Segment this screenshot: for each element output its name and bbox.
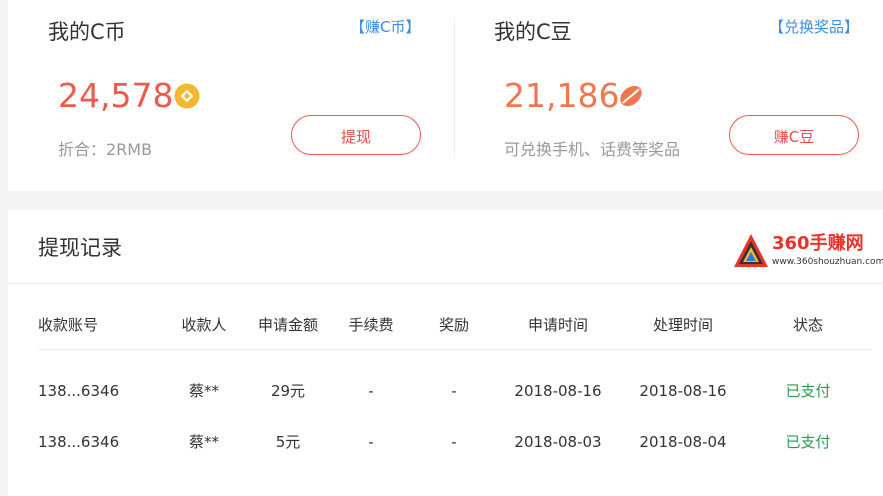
row-reward: - xyxy=(451,433,457,451)
site-logo: 360手赚网 www.360shouzhuan.com xyxy=(732,230,883,276)
column-header-payee: 收款人 xyxy=(181,316,227,334)
logo-text: 360手赚网 xyxy=(772,233,864,254)
row-payee: 蔡** xyxy=(188,382,220,400)
row-process-time: 2018-08-16 xyxy=(639,382,727,400)
row-status: 已支付 xyxy=(785,382,831,400)
row-fee: - xyxy=(368,382,374,400)
column-header-fee: 手续费 xyxy=(348,316,394,334)
column-header-amount: 申请金额 xyxy=(257,316,319,334)
row-reward: - xyxy=(451,382,457,400)
c-bean-title: 我的C豆 xyxy=(494,20,572,44)
c-bean-description: 可兑换手机、话费等奖品 xyxy=(504,140,681,159)
withdraw-button[interactable]: 提现 xyxy=(291,115,421,155)
c-coin-title: 我的C币 xyxy=(48,20,126,44)
logo-url-text: www.360shouzhuan.com xyxy=(772,257,883,267)
records-title: 提现记录 xyxy=(38,236,122,260)
column-header-reward: 奖励 xyxy=(438,316,470,334)
row-account: 138...6346 xyxy=(38,433,120,451)
row-apply-time: 2018-08-16 xyxy=(514,382,602,400)
row-account: 138...6346 xyxy=(38,382,120,400)
column-header-apply-time: 申请时间 xyxy=(527,316,589,334)
earn-c-coin-link[interactable]: 【赚C币】 xyxy=(350,16,420,38)
coin-icon xyxy=(174,83,200,109)
coffee-bean-icon xyxy=(620,85,642,107)
withdraw-records-card: 提现记录 360手赚网 www.360shouzhuan.com 收款账号 收款… xyxy=(8,210,883,496)
c-coin-panel: 我的C币 【赚C币】 24,578 折合：2RMB 提现 xyxy=(8,0,455,191)
wallet-summary-card: 我的C币 【赚C币】 24,578 折合：2RMB 提现 我的C豆 【兑换奖品】… xyxy=(8,0,883,191)
title-divider xyxy=(8,283,883,284)
column-header-status: 状态 xyxy=(792,316,824,334)
c-coin-equivalent: 折合：2RMB xyxy=(58,140,153,159)
row-apply-time: 2018-08-03 xyxy=(514,433,602,451)
row-process-time: 2018-08-04 xyxy=(639,433,727,451)
c-coin-amount: 24,578 xyxy=(58,76,174,115)
row-fee: - xyxy=(368,433,374,451)
row-payee: 蔡** xyxy=(188,433,220,451)
header-divider xyxy=(38,349,872,350)
row-amount: 5元 xyxy=(275,433,301,451)
row-status: 已支付 xyxy=(785,433,831,451)
redeem-prizes-link[interactable]: 【兑换奖品】 xyxy=(769,16,859,38)
c-bean-amount: 21,186 xyxy=(504,76,620,115)
column-header-process-time: 处理时间 xyxy=(652,316,714,334)
c-bean-panel: 我的C豆 【兑换奖品】 21,186 可兑换手机、话费等奖品 赚C豆 xyxy=(455,0,883,191)
column-header-account: 收款账号 xyxy=(38,316,99,334)
earn-c-bean-button[interactable]: 赚C豆 xyxy=(729,115,859,155)
triangle-logo-icon xyxy=(734,234,768,267)
row-amount: 29元 xyxy=(270,382,306,400)
